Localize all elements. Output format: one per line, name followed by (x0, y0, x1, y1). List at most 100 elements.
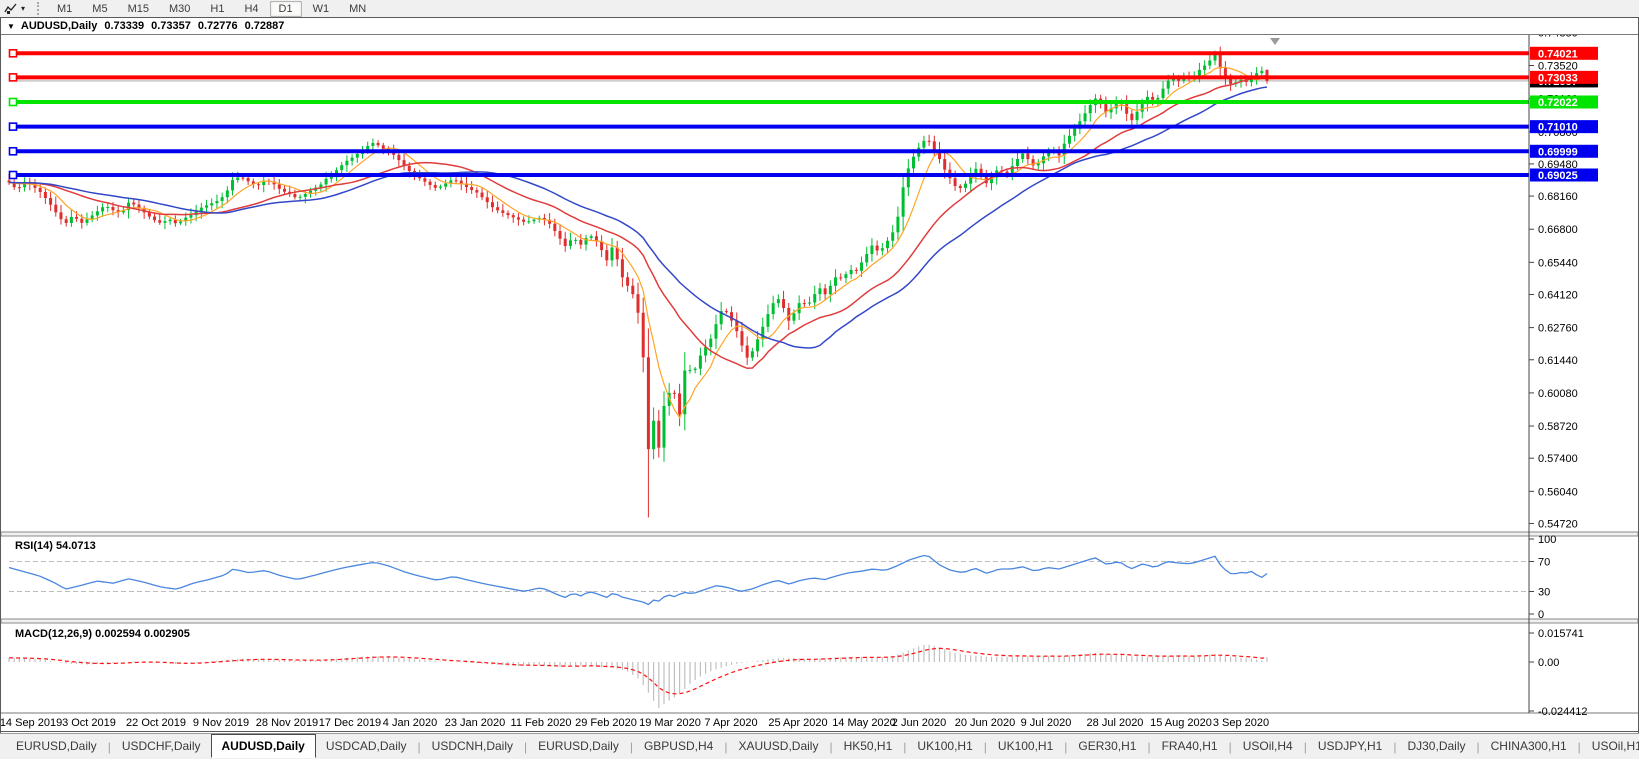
chart-tab-dj30-daily[interactable]: DJ30,Daily (1397, 736, 1475, 757)
macd-pane-splitter[interactable] (0, 618, 1639, 624)
price-tick-label: 0.73520 (1538, 61, 1578, 73)
timeframe-button-d1[interactable]: D1 (269, 0, 302, 17)
level-anchor-0.71010[interactable] (8, 122, 18, 131)
level-anchor-0.73033[interactable] (8, 73, 18, 82)
timeframe-button-m5[interactable]: M5 (83, 1, 116, 17)
toolbar-grip[interactable] (37, 2, 42, 15)
timeframe-buttons: M1 M5 M15 M30 H1 H4 D1 W1 MN (47, 0, 376, 17)
timeframe-button-mn[interactable]: MN (340, 1, 375, 17)
date-tick-label: 11 Feb 2020 (511, 717, 572, 729)
price-tick-label: 0.66800 (1538, 224, 1578, 236)
date-tick-label: 20 Jun 2020 (955, 717, 1016, 729)
level-anchor-0.72022[interactable] (8, 97, 18, 107)
date-tick-label: 25 Apr 2020 (768, 717, 827, 729)
price-tick-label: 0.60080 (1538, 388, 1578, 400)
rsi-scale-label: 100 (1538, 534, 1556, 546)
chart-tab-uk100-h1[interactable]: UK100,H1 (907, 736, 982, 757)
chart-background (1, 35, 1638, 732)
chart-tab-usdcnh-daily[interactable]: USDCNH,Daily (422, 736, 523, 757)
mt4-application: ▾ M1 M5 M15 M30 H1 H4 D1 W1 MN ▼ AUDUSD,Daily 0.… (0, 0, 1639, 759)
date-tick-label: 17 Dec 2019 (319, 717, 381, 729)
date-tick-label: 28 Jul 2020 (1087, 717, 1144, 729)
timeframe-button-w1[interactable]: W1 (304, 1, 339, 17)
date-tick-label: 15 Aug 2020 (1150, 717, 1212, 729)
date-tick-label: 14 Sep 2019 (1, 717, 62, 729)
chart-tab-uk100-h1[interactable]: UK100,H1 (988, 736, 1063, 757)
line-studies-button[interactable]: ▾ (0, 1, 29, 16)
date-tick-label: 23 Jan 2020 (445, 717, 506, 729)
rsi-scale-label: 0 (1538, 609, 1544, 621)
chart-svg: RSI(14) 54.0713 MACD(12,26,9) 0.002594 0.… (0, 27, 1639, 732)
chart-tab-usdchf-daily[interactable]: USDCHF,Daily (112, 736, 211, 757)
chart-tab-hk50-h1[interactable]: HK50,H1 (834, 736, 903, 757)
timeframe-toolbar: ▾ M1 M5 M15 M30 H1 H4 D1 W1 MN (0, 0, 1639, 17)
level-anchor-0.69999[interactable] (8, 146, 18, 156)
price-tick-label: 0.68160 (1538, 191, 1578, 203)
price-tick-label: 0.56040 (1538, 486, 1578, 498)
timeframe-button-m30[interactable]: M30 (160, 1, 199, 17)
chart-tab-eurusd-daily[interactable]: EURUSD,Daily (6, 736, 107, 757)
date-tick-label: 2 Jun 2020 (892, 717, 946, 729)
chevron-down-icon: ▾ (21, 4, 26, 13)
price-tick-label: 0.64120 (1538, 289, 1578, 301)
date-tick-label: 9 Nov 2019 (193, 717, 249, 729)
timeframe-button-h4[interactable]: H4 (235, 1, 267, 17)
date-tick-label: 3 Oct 2019 (62, 717, 116, 729)
price-tick-label: 0.74880 (1538, 35, 1578, 39)
chart-tab-eurusd-daily[interactable]: EURUSD,Daily (528, 736, 629, 757)
date-tick-label: 29 Feb 2020 (575, 717, 637, 729)
chart-menu-arrow-icon[interactable]: ▼ (7, 22, 15, 31)
chart-tab-china300-h1[interactable]: CHINA300,H1 (1481, 736, 1577, 757)
level-price-label: 0.72022 (1538, 97, 1578, 109)
chart-tab-xauusd-daily[interactable]: XAUUSD,Daily (728, 736, 828, 757)
chart-window: ▼ AUDUSD,Daily 0.73339 0.73357 0.72776 0… (0, 17, 1639, 733)
level-anchor-0.69025[interactable] (8, 170, 18, 180)
rsi-scale-label: 30 (1538, 587, 1550, 599)
macd-label: MACD(12,26,9) 0.002594 0.002905 (15, 628, 190, 640)
macd-scale-label: 0.015741 (1538, 628, 1584, 640)
date-tick-label: 4 Jan 2020 (383, 717, 437, 729)
level-price-label: 0.74021 (1538, 48, 1578, 60)
chart-title-close: 0.72887 (244, 20, 285, 32)
chart-tab-gbpusd-h4[interactable]: GBPUSD,H4 (634, 736, 723, 757)
chart-title-open: 0.73339 (104, 20, 145, 32)
date-tick-label: 28 Nov 2019 (256, 717, 318, 729)
timeframe-button-m15[interactable]: M15 (119, 1, 158, 17)
level-price-label: 0.71010 (1538, 122, 1578, 134)
timeframe-button-m1[interactable]: M1 (48, 1, 81, 17)
chart-tab-ger30-h1[interactable]: GER30,H1 (1068, 736, 1146, 757)
rsi-pane-splitter[interactable] (0, 531, 1639, 537)
price-tick-label: 0.57400 (1538, 453, 1578, 465)
level-anchor-0.74021[interactable] (8, 48, 18, 58)
date-tick-label: 19 Mar 2020 (639, 717, 701, 729)
macd-scale-label: -0.024412 (1538, 706, 1588, 718)
macd-scale-label: 0.00 (1538, 657, 1559, 669)
chart-tab-audusd-daily[interactable]: AUDUSD,Daily (210, 733, 316, 758)
timeframe-button-h1[interactable]: H1 (201, 1, 233, 17)
price-tick-label: 0.54720 (1538, 518, 1578, 530)
chart-tab-usdcad-daily[interactable]: USDCAD,Daily (316, 736, 417, 757)
chart-tabs-bar: EURUSD,Daily | USDCHF,Daily AUDUSD,Daily USD… (0, 733, 1639, 759)
level-price-label: 0.69999 (1538, 146, 1578, 158)
rsi-label: RSI(14) 54.0713 (15, 540, 96, 552)
date-tick-label: 9 Jul 2020 (1021, 717, 1072, 729)
date-tick-label: 3 Sep 2020 (1213, 717, 1269, 729)
price-tick-label: 0.58720 (1538, 421, 1578, 433)
price-tick-label: 0.62760 (1538, 323, 1578, 335)
chart-title-high: 0.73357 (151, 20, 191, 32)
chart-tab-usdjpy-h1[interactable]: USDJPY,H1 (1308, 736, 1392, 757)
chart-title-row: ▼ AUDUSD,Daily 0.73339 0.73357 0.72776 0… (1, 18, 1638, 35)
chart-tab-usoil-h4[interactable]: USOil,H4 (1233, 736, 1303, 757)
rsi-scale-label: 70 (1538, 557, 1550, 569)
date-tick-label: 14 May 2020 (832, 717, 896, 729)
level-price-label: 0.73033 (1538, 72, 1578, 84)
date-tick-label: 7 Apr 2020 (704, 717, 757, 729)
price-tick-label: 0.65440 (1538, 257, 1578, 269)
chart-title-symbol: AUDUSD,Daily (20, 20, 98, 32)
chart-canvas: RSI(14) 54.0713 MACD(12,26,9) 0.002594 0.… (0, 27, 1639, 732)
chart-title-low: 0.72776 (197, 20, 238, 32)
chart-tab-usoil-h1[interactable]: USOil,H1 (1582, 736, 1639, 757)
level-price-label: 0.69025 (1538, 170, 1578, 182)
chart-tab-fra40-h1[interactable]: FRA40,H1 (1152, 736, 1228, 757)
price-tick-label: 0.61440 (1538, 355, 1578, 367)
